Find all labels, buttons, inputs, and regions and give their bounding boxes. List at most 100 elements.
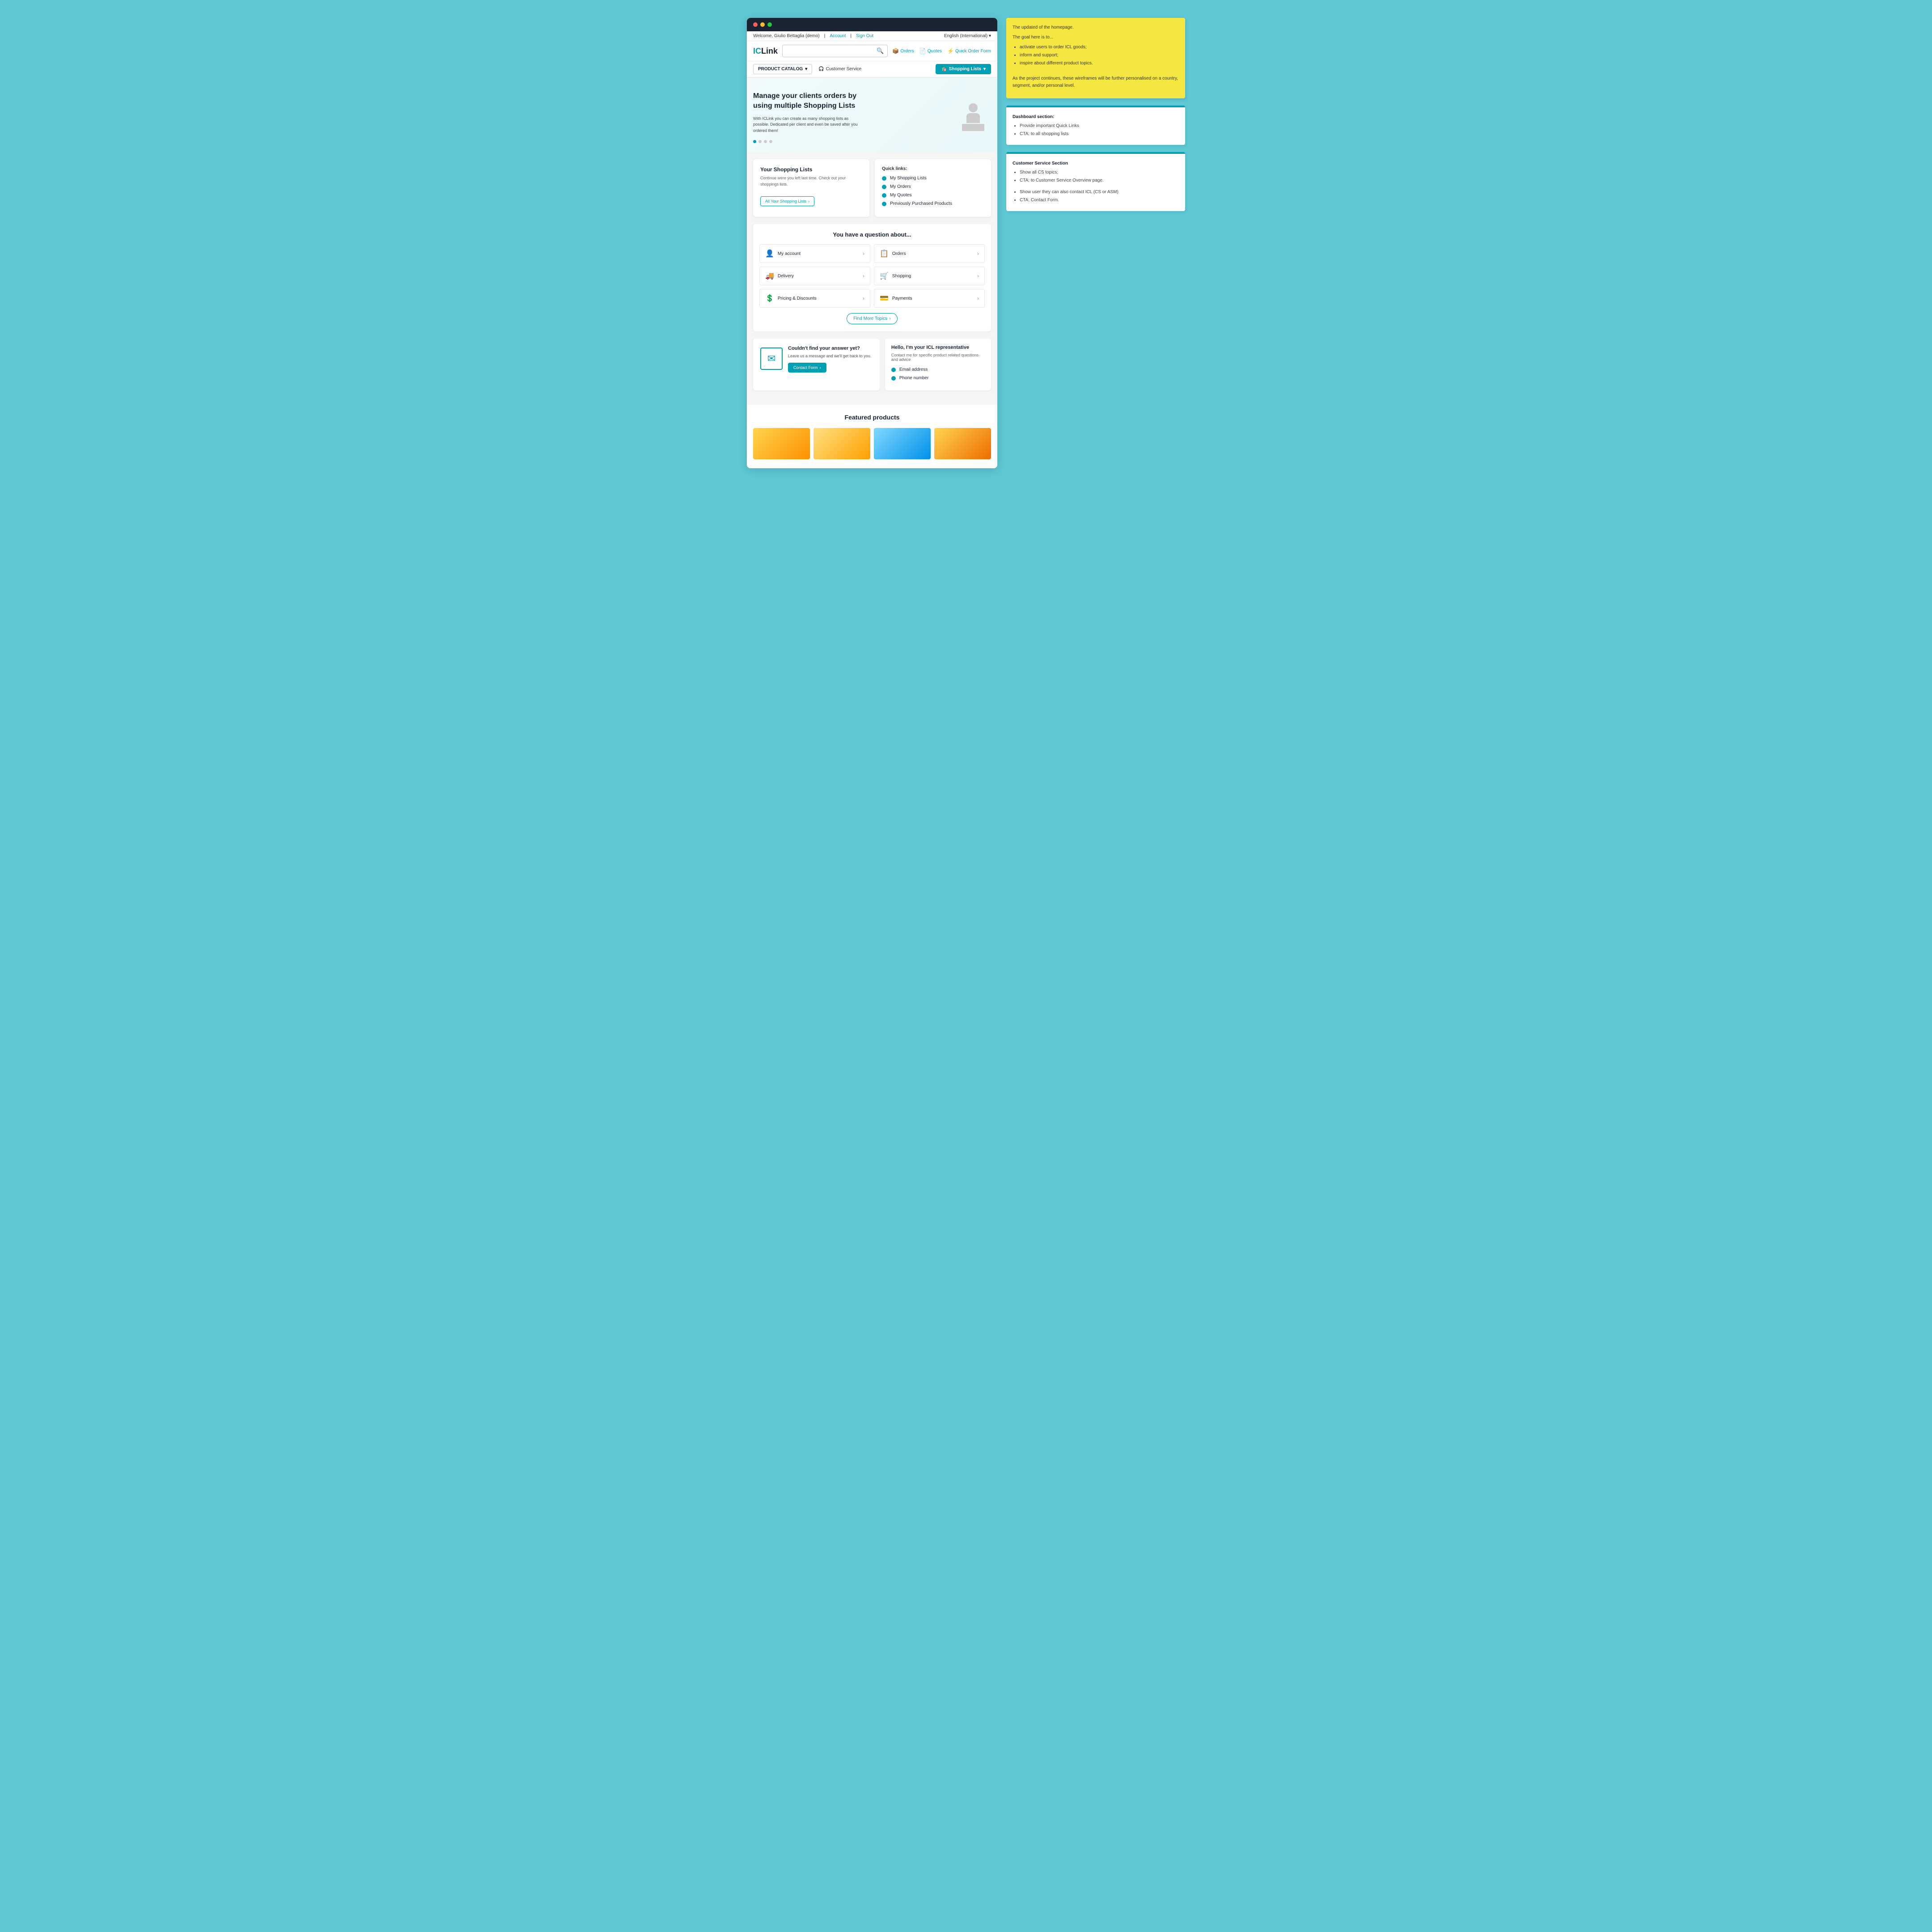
featured-title: Featured products (753, 414, 991, 421)
headset-icon: 🎧 (818, 67, 824, 72)
hero-banner: Manage your clients orders by using mult… (747, 78, 997, 152)
all-lists-button[interactable]: All Your Shopping Lists › (760, 196, 814, 206)
find-more-button[interactable]: Find More Topics › (847, 313, 897, 324)
note1-list: activate users to order ICL goods; infor… (1013, 44, 1179, 67)
note2-list: Provide important Quick Links CTA: to al… (1013, 123, 1179, 138)
contact-form-title: Couldn't find your answer yet? (788, 346, 871, 351)
cs-grid: 👤 My account › 📋 Orders › (759, 244, 985, 308)
quick-link-dot-2 (882, 185, 886, 189)
contact-form-button[interactable]: Contact Form › (788, 363, 826, 373)
browser-window: Welcome, Giulio Bettaglia (demo) | Accou… (747, 18, 997, 468)
top-bar: Welcome, Giulio Bettaglia (demo) | Accou… (747, 31, 997, 41)
rep-subtitle: Contact me for specific product related … (891, 353, 985, 362)
quick-order-nav[interactable]: ⚡ Quick Order Form (947, 48, 991, 54)
hero-image (955, 99, 991, 135)
chevron-down-icon: ▾ (805, 67, 807, 72)
product-card-4[interactable] (934, 428, 991, 459)
hero-dot-4[interactable] (769, 140, 772, 143)
note3-item-4: Show user they can also contact ICL (CS … (1020, 189, 1179, 196)
envelope-icon: ✉ (767, 353, 775, 364)
hero-dot-1[interactable] (753, 140, 756, 143)
account-icon: 👤 (765, 249, 774, 258)
search-bar[interactable]: 🔍 (782, 45, 888, 57)
arrow-icon-6: › (977, 295, 979, 301)
chevron-down-icon-2: ▾ (983, 67, 986, 72)
quick-link-item-2[interactable]: My Orders (882, 184, 984, 189)
quick-link-item-3[interactable]: My Quotes (882, 193, 984, 198)
hero-dot-2[interactable] (758, 140, 762, 143)
person-illustration (966, 103, 980, 123)
arrow-icon-2: › (977, 250, 979, 257)
cs-item-my-account[interactable]: 👤 My account › (759, 244, 870, 263)
hero-dots (753, 140, 860, 143)
quick-links-title: Quick links: (882, 166, 984, 171)
hero-title: Manage your clients orders by using mult… (753, 91, 860, 111)
browser-dot-yellow[interactable] (760, 22, 765, 27)
rep-phone-dot (891, 376, 896, 381)
quick-order-icon: ⚡ (947, 48, 954, 54)
product-card-3[interactable] (874, 428, 931, 459)
quick-link-item-4[interactable]: Previously Purchased Products (882, 201, 984, 206)
arrow-right-icon-3: › (820, 365, 821, 370)
rep-phone-item[interactable]: Phone number (891, 376, 985, 381)
product-card-1[interactable] (753, 428, 810, 459)
signout-link[interactable]: Sign Out (856, 34, 873, 38)
note2-item-1: Provide important Quick Links (1020, 123, 1179, 130)
arrow-icon: › (863, 250, 864, 257)
arrow-right-icon-2: › (889, 316, 890, 321)
products-row (753, 428, 991, 459)
customer-service-nav[interactable]: 🎧 Customer Service (818, 67, 861, 72)
site-logo[interactable]: ICLink (753, 47, 778, 56)
search-icon: 🔍 (877, 47, 884, 55)
browser-dot-red[interactable] (753, 22, 758, 27)
contact-form-card: ✉ Couldn't find your answer yet? Leave u… (753, 339, 880, 390)
language-selector[interactable]: English (International) ▾ (944, 34, 991, 38)
info-note-dashboard: Dashboard section: Provide important Qui… (1006, 106, 1185, 145)
featured-section: Featured products (747, 405, 997, 468)
rep-email-item[interactable]: Email address (891, 367, 985, 372)
quotes-nav[interactable]: 📄 Quotes (919, 48, 942, 54)
arrow-icon-5: › (863, 295, 864, 301)
cs-item-payments[interactable]: 💳 Payments › (874, 289, 985, 308)
cs-item-orders[interactable]: 📋 Orders › (874, 244, 985, 263)
browser-chrome (747, 18, 997, 31)
orders-cs-icon: 📋 (880, 249, 889, 258)
hero-subtitle: With ICLink you can create as many shopp… (753, 116, 860, 134)
shopping-lists-card: Your Shopping Lists Continue were you le… (753, 159, 869, 217)
question-heading: You have a question about... (759, 231, 985, 238)
header-nav: 📦 Orders 📄 Quotes ⚡ Quick Order Form (892, 48, 991, 54)
note1-line2: The goal here is to... (1013, 34, 1179, 41)
hero-dot-3[interactable] (764, 140, 767, 143)
note3-list-2: Show user they can also contact ICL (CS … (1013, 189, 1179, 204)
arrow-right-icon: › (808, 199, 809, 203)
browser-dot-green[interactable] (767, 22, 772, 27)
envelope-icon-box: ✉ (760, 347, 783, 370)
cs-item-shopping[interactable]: 🛒 Shopping › (874, 267, 985, 285)
orders-icon: 📦 (892, 48, 899, 54)
list-icon: 🛍️ (941, 67, 946, 72)
quotes-icon: 📄 (919, 48, 926, 54)
nav-bar: PRODUCT CATALOG ▾ 🎧 Customer Service 🛍️ … (747, 61, 997, 78)
shopping-lists-title: Your Shopping Lists (760, 166, 862, 173)
quick-link-dot-4 (882, 202, 886, 206)
note3-title: Customer Service Section (1013, 160, 1179, 167)
product-catalog-nav[interactable]: PRODUCT CATALOG ▾ (753, 64, 812, 74)
contact-form-text: Couldn't find your answer yet? Leave us … (788, 346, 871, 373)
quick-link-item-1[interactable]: My Shopping Lists (882, 176, 984, 181)
note3-item-5: CTA: Contact Form. (1020, 197, 1179, 204)
account-link[interactable]: Account (830, 34, 846, 38)
quick-links-card: Quick links: My Shopping Lists My Orders… (875, 159, 991, 217)
orders-nav[interactable]: 📦 Orders (892, 48, 914, 54)
rep-title: Hello, I'm your ICL representative (891, 345, 985, 350)
rep-email-dot (891, 368, 896, 372)
note1-line1: The updated of the homepage. (1013, 24, 1179, 31)
info-note-cs: Customer Service Section Show all CS top… (1006, 152, 1185, 211)
shopping-lists-nav[interactable]: 🛍️ Shopping Lists ▾ (936, 64, 991, 74)
payments-icon: 💳 (880, 294, 889, 303)
cs-item-pricing[interactable]: 💲 Pricing & Discounts › (759, 289, 870, 308)
shopping-lists-subtitle: Continue were you left last time. Check … (760, 175, 862, 187)
product-card-2[interactable] (813, 428, 870, 459)
cs-item-delivery[interactable]: 🚚 Delivery › (759, 267, 870, 285)
shopping-icon: 🛒 (880, 271, 889, 280)
question-section: You have a question about... 👤 My accoun… (753, 224, 991, 331)
